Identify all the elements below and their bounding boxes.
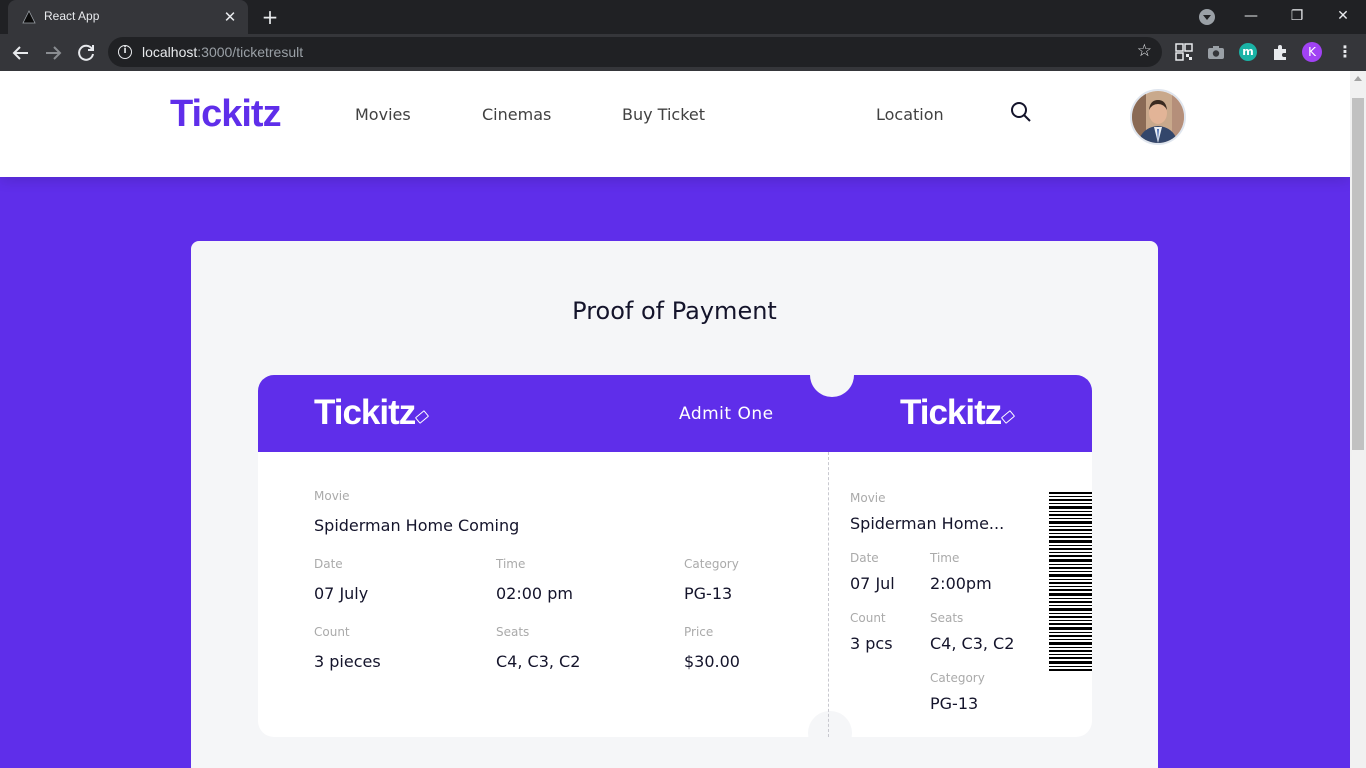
- seats-label: Seats: [496, 625, 530, 639]
- ticket-notch-top: [810, 353, 854, 397]
- browser-tab[interactable]: React App ✕: [8, 0, 248, 34]
- nav-location[interactable]: Location: [876, 105, 944, 124]
- browser-toolbar: i localhost:3000/ticketresult ☆ m K ⋮: [0, 34, 1366, 71]
- stub-time-label: Time: [930, 551, 960, 565]
- ticket-header: Tickitz Admit One Tickitz: [258, 375, 1092, 452]
- new-tab-button[interactable]: +: [258, 6, 282, 28]
- price-value: $30.00: [684, 652, 740, 671]
- user-avatar[interactable]: [1130, 89, 1186, 145]
- qr-code-icon[interactable]: [1175, 43, 1193, 61]
- stub-date-label: Date: [850, 551, 879, 565]
- stub-count-label: Count: [850, 611, 886, 625]
- category-label: Category: [684, 557, 739, 571]
- profile-avatar[interactable]: K: [1302, 42, 1322, 62]
- ticket-stub-glyph-icon: [1001, 410, 1016, 424]
- extensions-puzzle-icon[interactable]: [1271, 43, 1289, 61]
- category-value: PG-13: [684, 584, 733, 603]
- ticket-logo-text: Tickitz: [314, 393, 416, 432]
- nav-movies[interactable]: Movies: [355, 105, 411, 124]
- tab-search-icon[interactable]: [1199, 9, 1215, 25]
- user-photo: [1132, 91, 1184, 143]
- scroll-thumb[interactable]: [1352, 98, 1364, 450]
- price-label: Price: [684, 625, 714, 639]
- count-label: Count: [314, 625, 350, 639]
- browser-menu-icon[interactable]: ⋮: [1336, 43, 1354, 61]
- page-viewport: Tickitz Movies Cinemas Buy Ticket Locati…: [0, 71, 1350, 768]
- ticket-stub-logo: Tickitz: [900, 393, 1016, 433]
- url-text: localhost:3000/ticketresult: [142, 44, 303, 60]
- bookmark-star-icon[interactable]: ☆: [1137, 41, 1152, 61]
- stub-date-value: 07 Jul: [850, 574, 895, 593]
- stub-count-value: 3 pcs: [850, 634, 893, 653]
- date-value: 07 July: [314, 584, 369, 603]
- admit-one-label: Admit One: [679, 404, 774, 424]
- stub-category-label: Category: [930, 671, 985, 685]
- time-label: Time: [496, 557, 526, 571]
- back-icon[interactable]: [8, 40, 34, 66]
- tab-title: React App: [44, 9, 100, 23]
- stub-seats-label: Seats: [930, 611, 964, 625]
- nav-buy-ticket[interactable]: Buy Ticket: [622, 105, 705, 124]
- camera-icon[interactable]: [1207, 43, 1225, 61]
- browser-tabbar: React App ✕ + — ❐ ✕: [0, 0, 1366, 34]
- page-title: Proof of Payment: [572, 297, 777, 325]
- movie-label: Movie: [314, 489, 350, 503]
- movie-value: Spiderman Home Coming: [314, 516, 520, 535]
- url-host: localhost: [142, 44, 198, 60]
- barcode: [1049, 492, 1092, 671]
- nav-cinemas[interactable]: Cinemas: [482, 105, 551, 124]
- forward-icon[interactable]: [40, 40, 66, 66]
- proof-of-payment-card: Proof of Payment Tickitz Admit One Ticki…: [191, 241, 1158, 768]
- stub-category-value: PG-13: [930, 694, 979, 713]
- ticket-stub-logo-text: Tickitz: [900, 393, 1002, 432]
- reload-icon[interactable]: [73, 40, 99, 66]
- minimize-button[interactable]: —: [1228, 4, 1274, 28]
- page-scrollbar[interactable]: [1350, 71, 1366, 768]
- time-value: 02:00 pm: [496, 584, 573, 603]
- search-icon[interactable]: [1010, 101, 1032, 123]
- ticket-logo: Tickitz: [314, 393, 430, 433]
- scroll-up-arrow-icon[interactable]: [1354, 76, 1362, 81]
- ticket-glyph-icon: [415, 410, 430, 424]
- site-logo[interactable]: Tickitz: [170, 93, 282, 136]
- stub-time-value: 2:00pm: [930, 574, 992, 593]
- stub-movie-label: Movie: [850, 491, 886, 505]
- url-path: :3000/ticketresult: [197, 44, 304, 60]
- stub-seats-value: C4, C3, C2: [930, 634, 1015, 653]
- site-header: Tickitz Movies Cinemas Buy Ticket Locati…: [0, 71, 1350, 177]
- react-favicon-icon: [22, 10, 36, 24]
- extension-m-icon[interactable]: m: [1239, 43, 1257, 61]
- address-bar[interactable]: i localhost:3000/ticketresult ☆: [108, 37, 1162, 67]
- date-label: Date: [314, 557, 343, 571]
- restore-button[interactable]: ❐: [1274, 4, 1320, 28]
- stub-movie-value: Spiderman Home...: [850, 514, 1005, 533]
- ticket: Tickitz Admit One Tickitz Movie Spiderma…: [258, 353, 1092, 755]
- close-window-button[interactable]: ✕: [1320, 4, 1366, 28]
- site-info-icon[interactable]: i: [118, 45, 132, 59]
- count-value: 3 pieces: [314, 652, 381, 671]
- tab-close-icon[interactable]: ✕: [220, 7, 240, 27]
- ticket-notch-bottom: [808, 711, 852, 755]
- seats-value: C4, C3, C2: [496, 652, 581, 671]
- ticket-perforation: [828, 452, 829, 737]
